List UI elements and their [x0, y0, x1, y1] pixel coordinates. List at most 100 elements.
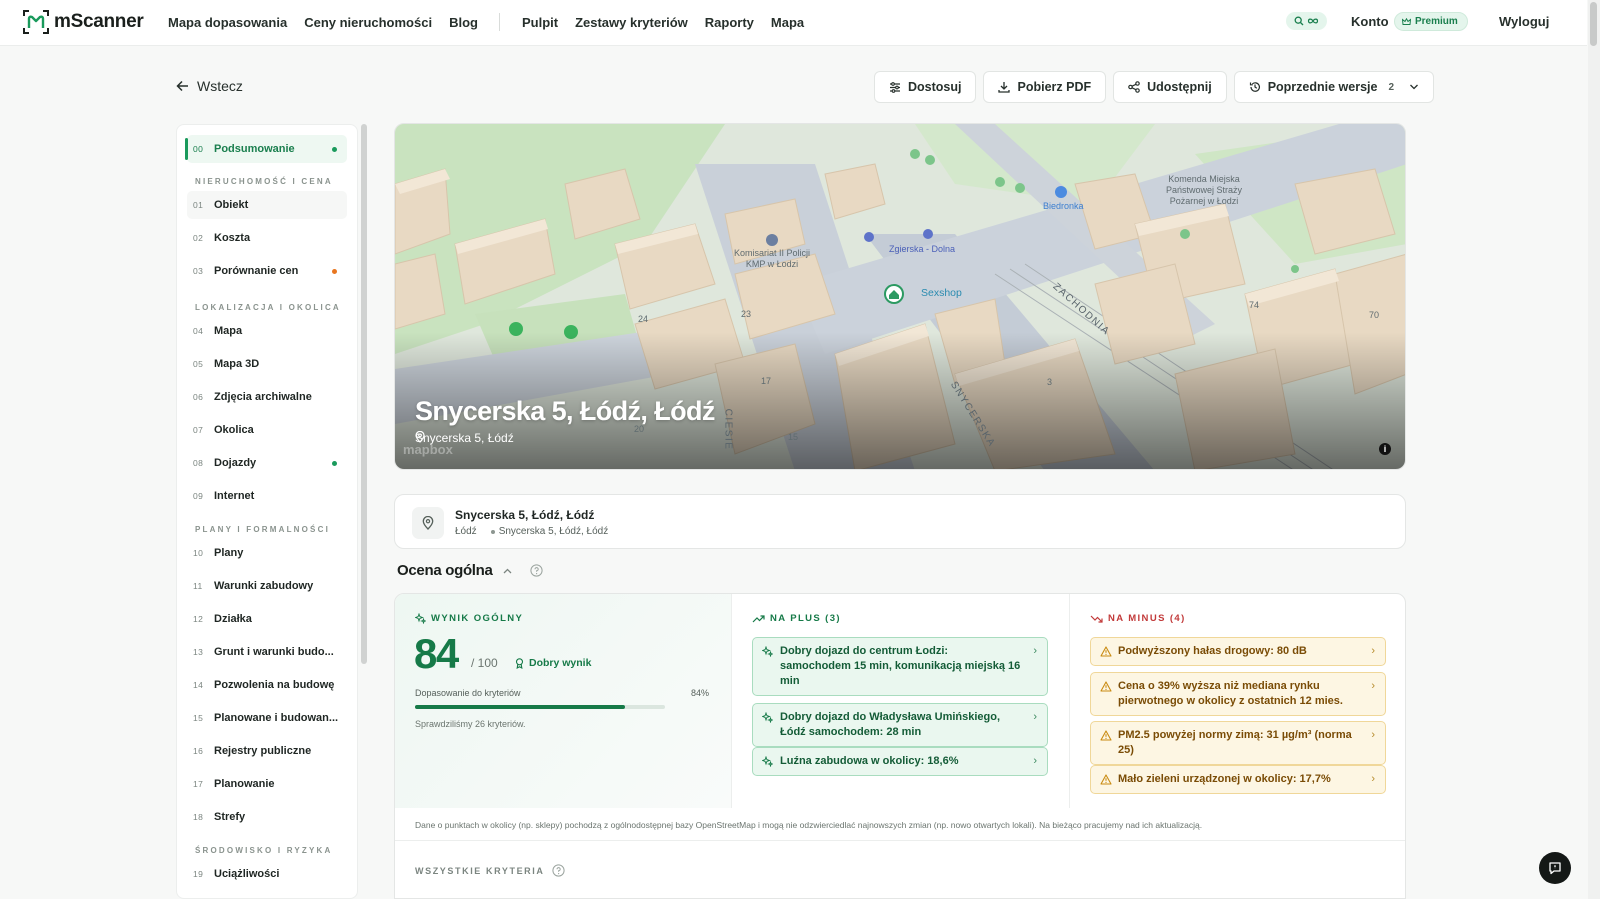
sidebar-item-object[interactable]: 01 Obiekt: [187, 191, 347, 219]
sidebar-item-planning[interactable]: 17 Planowanie: [187, 770, 347, 798]
chat-support-button[interactable]: [1539, 852, 1571, 884]
sidebar-item-planned-construction[interactable]: 15 Planowane i budowan...: [187, 704, 347, 732]
pro-item[interactable]: Luźna zabudowa w okolicy: 18,6% ›: [752, 747, 1048, 776]
help-icon[interactable]: [552, 864, 566, 877]
pros-column: NA PLUS (3) Dobry dojazd do centrum Łodz…: [732, 594, 1070, 808]
sidebar-item-neighbourhood[interactable]: 07 Okolica: [187, 416, 347, 444]
map-label-number: 24: [638, 314, 649, 324]
sidebar-item-label: Strefy: [214, 811, 246, 823]
all-criteria-heading: WSZYSTKIE KRYTERIA: [415, 864, 566, 877]
con-item[interactable]: Cena o 39% wyższa niż mediana rynku pier…: [1090, 672, 1386, 716]
pro-item[interactable]: Dobry dojazd do Władysława Umińskiego, Ł…: [752, 703, 1048, 747]
sidebar-item-number: 14: [193, 680, 204, 690]
logout-link[interactable]: Wyloguj: [1499, 14, 1549, 29]
sidebar-item-number: 15: [193, 713, 204, 723]
criteria-checked-note: Sprawdziliśmy 26 kryteriów.: [415, 719, 526, 729]
score-rating-badge: Dobry wynik: [515, 654, 591, 672]
con-item[interactable]: PM2.5 powyżej normy zimą: 31 µg/m³ (norm…: [1090, 721, 1386, 765]
previous-versions-dropdown[interactable]: Poprzednie wersje 2: [1233, 71, 1435, 103]
map-label-number: 70: [1369, 310, 1380, 320]
pro-item[interactable]: Dobry dojazd do centrum Łodzi: samochode…: [752, 637, 1048, 696]
warning-icon: [1100, 730, 1112, 741]
page-scrollbar-thumb[interactable]: [1590, 2, 1597, 46]
premium-badge: Premium: [1394, 12, 1468, 31]
map-label-street-ciesie: CIESIE: [722, 408, 734, 451]
share-button[interactable]: Udostępnij: [1113, 71, 1227, 103]
warning-icon: [1100, 774, 1112, 785]
sidebar-section-title: ŚRODOWISKO I RYZYKA: [195, 846, 333, 855]
sidebar-item-label: Okolica: [214, 424, 254, 436]
logo[interactable]: mScanner: [22, 9, 144, 35]
page-scrollbar[interactable]: [1588, 0, 1600, 899]
status-dot: [332, 269, 337, 274]
sidebar-item-number: 16: [193, 746, 204, 756]
sidebar-item-number: 13: [193, 647, 204, 657]
sidebar-item-label: Porównanie cen: [214, 265, 299, 277]
nav-link-map[interactable]: Mapa: [771, 15, 804, 30]
sidebar-item-number: 09: [193, 491, 204, 501]
sidebar-item-number: 04: [193, 326, 204, 336]
back-button[interactable]: Wstecz: [176, 78, 243, 94]
sidebar-item-map-3d[interactable]: 05 Mapa 3D: [187, 350, 347, 378]
help-icon[interactable]: [529, 564, 543, 577]
nav-link-property-prices[interactable]: Ceny nieruchomości: [304, 15, 432, 30]
account-link[interactable]: Konto: [1351, 14, 1389, 29]
sidebar-item-plans[interactable]: 10 Plany: [187, 539, 347, 567]
cons-column: NA MINUS (4) Podwyższony hałas drogowy: …: [1070, 594, 1405, 808]
criteria-fit-label: Dopasowanie do kryteriów: [415, 688, 521, 698]
sidebar-item-plot[interactable]: 12 Działka: [187, 605, 347, 633]
sidebar-item-number: 08: [193, 458, 204, 468]
history-icon: [1249, 82, 1260, 92]
share-label: Udostępnij: [1147, 80, 1212, 94]
sidebar-item-number: 05: [193, 359, 204, 369]
sidebar-item-soil[interactable]: 13 Grunt i warunki budo...: [187, 638, 347, 666]
search-quota-pill[interactable]: [1286, 12, 1327, 30]
overall-rating-header[interactable]: Ocena ogólna: [397, 562, 543, 579]
sidebar-item-number: 02: [193, 233, 204, 243]
map-label-police: Komisariat II Policji KMP w Łodzi: [733, 248, 811, 269]
sidebar-item-costs[interactable]: 02 Koszta: [187, 224, 347, 252]
map-3d-hero[interactable]: Komisariat II Policji KMP w Łodzi Zgiers…: [394, 123, 1406, 470]
sidebar-item-zones[interactable]: 18 Strefy: [187, 803, 347, 831]
overall-score-heading: WYNIK OGÓLNY: [415, 613, 523, 624]
sidebar-item-building-permits[interactable]: 14 Pozwolenia na budowę: [187, 671, 347, 699]
sidebar-item-building-conditions[interactable]: 11 Warunki zabudowy: [187, 572, 347, 600]
map-label-shop: Sexshop: [921, 287, 962, 299]
customize-button[interactable]: Dostosuj: [874, 71, 977, 103]
chevron-right-icon: ›: [1033, 755, 1037, 767]
nav-link-match-map[interactable]: Mapa dopasowania: [168, 15, 287, 30]
back-label: Wstecz: [197, 78, 243, 94]
nav-link-criteria-sets[interactable]: Zestawy kryteriów: [575, 15, 688, 30]
sidebar-item-public-registers[interactable]: 16 Rejestry publiczne: [187, 737, 347, 765]
sidebar-item-archive-photos[interactable]: 06 Zdjęcia archiwalne: [187, 383, 347, 411]
address-city: Łódź: [455, 526, 477, 537]
download-pdf-button[interactable]: Pobierz PDF: [983, 71, 1107, 103]
customize-label: Dostosuj: [908, 80, 962, 94]
sidebar-item-price-comparison[interactable]: 03 Porównanie cen: [187, 257, 347, 285]
divider: [395, 840, 1405, 841]
nav-link-dashboard[interactable]: Pulpit: [522, 15, 558, 30]
pro-item-text: Dobry dojazd do Władysława Umińskiego, Ł…: [780, 711, 1001, 738]
chevron-down-icon: [1410, 84, 1418, 90]
sidebar-item-map[interactable]: 04 Mapa: [187, 317, 347, 345]
chevron-up-icon[interactable]: [503, 568, 512, 574]
main-nav: Mapa dopasowania Ceny nieruchomości Blog…: [168, 13, 821, 31]
sidebar-item-nuisances[interactable]: 19 Uciążliwości: [187, 860, 347, 888]
con-item[interactable]: Mało zieleni urządzonej w okolicy: 17,7%…: [1090, 765, 1386, 794]
con-item[interactable]: Podwyższony hałas drogowy: 80 dB ›: [1090, 637, 1386, 666]
top-navigation: mScanner Mapa dopasowania Ceny nieruchom…: [0, 0, 1587, 46]
map-info-icon[interactable]: i: [1379, 443, 1391, 455]
nav-link-reports[interactable]: Raporty: [705, 15, 754, 30]
location-pin-icon: [415, 431, 425, 443]
sidebar-item-commutes[interactable]: 08 Dojazdy: [187, 449, 347, 477]
search-icon: [1294, 16, 1304, 26]
sidebar-item-internet[interactable]: 09 Internet: [187, 482, 347, 510]
sidebar-item-summary[interactable]: 00 Podsumowanie: [185, 135, 347, 163]
nav-link-blog[interactable]: Blog: [449, 15, 478, 30]
report-toolbar: Dostosuj Pobierz PDF Udostępnij Poprzedn…: [874, 71, 1435, 103]
pros-heading-text: NA PLUS (3): [770, 613, 841, 624]
pros-heading: NA PLUS (3): [752, 613, 841, 624]
dot-separator: [490, 529, 495, 534]
sidebar-scrollbar[interactable]: [361, 124, 367, 664]
trend-up-icon: [752, 614, 765, 622]
